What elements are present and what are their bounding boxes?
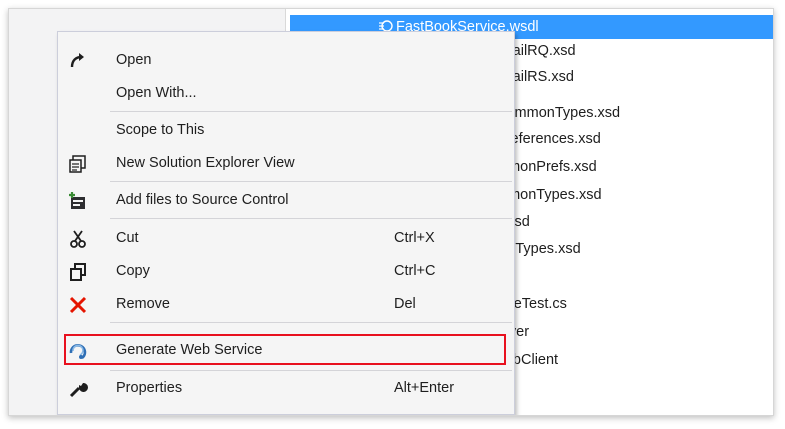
menu-label: Open	[116, 52, 152, 68]
menu-label: Open With...	[116, 85, 197, 101]
window-frame: FastBookService.wsdl AvailRQ.xsd AvailRS…	[8, 8, 774, 416]
menu-item-cut[interactable]: Cut Ctrl+X	[58, 222, 514, 255]
menu-item-add-to-source-control[interactable]: Add files to Source Control	[58, 184, 514, 217]
menu-shortcut: Ctrl+C	[394, 263, 436, 279]
menu-item-remove[interactable]: Remove Del	[58, 288, 514, 321]
menu-label: Add files to Source Control	[116, 192, 289, 208]
add-source-control-icon	[69, 192, 85, 209]
menu-label: Properties	[116, 380, 183, 396]
menu-separator	[110, 322, 512, 323]
menu-shortcut: Del	[394, 296, 416, 312]
menu-separator	[110, 181, 512, 182]
scissors-icon	[70, 230, 86, 248]
remove-x-icon	[69, 296, 87, 314]
menu-label: Cut	[116, 230, 139, 246]
menu-shortcut: Ctrl+X	[394, 230, 435, 246]
context-menu: Open Open With... Scope to This New Solu…	[57, 31, 515, 415]
copy-icon	[70, 263, 86, 281]
menu-item-copy[interactable]: Copy Ctrl+C	[58, 255, 514, 288]
menu-item-open-with[interactable]: Open With...	[58, 77, 514, 110]
menu-shortcut: Alt+Enter	[394, 380, 455, 396]
menu-separator	[110, 370, 512, 371]
new-explorer-view-icon	[69, 155, 86, 173]
wrench-icon	[69, 382, 88, 398]
menu-item-scope-to-this[interactable]: Scope to This	[58, 114, 514, 147]
menu-item-open[interactable]: Open	[58, 44, 514, 77]
menu-label: Copy	[116, 263, 150, 279]
menu-label: Generate Web Service	[116, 342, 263, 358]
menu-separator	[110, 111, 512, 112]
menu-label: New Solution Explorer View	[116, 155, 295, 171]
web-service-icon	[69, 344, 87, 360]
menu-label: Scope to This	[116, 122, 205, 138]
menu-item-generate-web-service[interactable]: Generate Web Service	[58, 334, 514, 367]
menu-label: Remove	[116, 296, 170, 312]
open-arrow-icon	[70, 53, 84, 68]
menu-separator	[110, 218, 512, 219]
menu-item-new-solution-explorer-view[interactable]: New Solution Explorer View	[58, 147, 514, 180]
menu-item-properties[interactable]: Properties Alt+Enter	[58, 372, 514, 405]
